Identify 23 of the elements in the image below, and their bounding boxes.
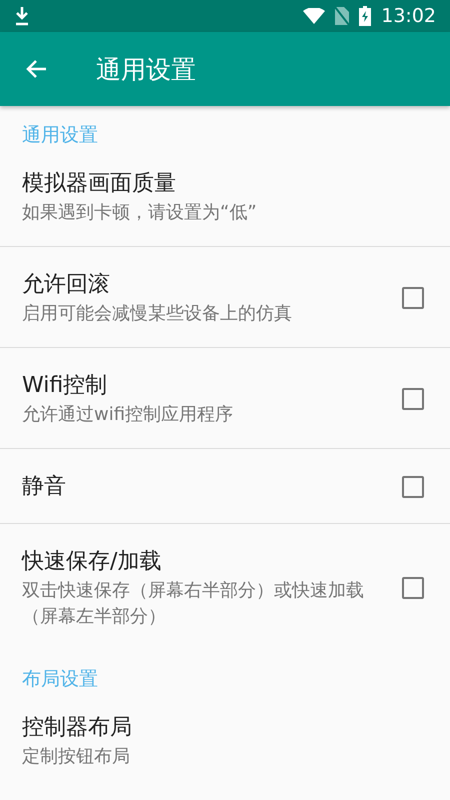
section-header: 通用设置 (21, 123, 99, 148)
setting-title[interactable]: Wifi控制 (22, 370, 402, 402)
no-sim-icon (335, 7, 350, 25)
checkbox[interactable] (402, 476, 424, 498)
download-icon (14, 6, 30, 26)
checkbox[interactable] (402, 287, 424, 309)
setting-title[interactable]: 快速保存/加载 (22, 546, 402, 578)
checkbox[interactable] (402, 577, 424, 599)
setting-title[interactable]: 静音 (22, 471, 402, 503)
setting-summary: 双击快速保存（屏幕右半部分）或快速加载（屏幕左半部分） (22, 579, 365, 629)
section-header: 布局设置 (21, 667, 99, 692)
checkbox[interactable] (402, 388, 424, 410)
battery-charging-icon (359, 6, 372, 26)
screen-title: 通用设置 (96, 54, 196, 86)
status-time: 13:02 (381, 5, 436, 27)
setting-title[interactable]: 控制器布局 (22, 712, 428, 744)
setting-summary: 定制按钮布局 (22, 745, 131, 769)
setting-title[interactable]: 模拟器画面质量 (22, 168, 428, 200)
setting-summary: 如果遇到卡顿，请设置为“低” (22, 201, 258, 225)
setting-summary: 允许通过wifi控制应用程序 (22, 403, 234, 427)
wifi-icon (303, 8, 326, 24)
setting-summary: 启用可能会减慢某些设备上的仿真 (22, 302, 293, 326)
setting-title[interactable]: 允许回滚 (22, 269, 402, 301)
